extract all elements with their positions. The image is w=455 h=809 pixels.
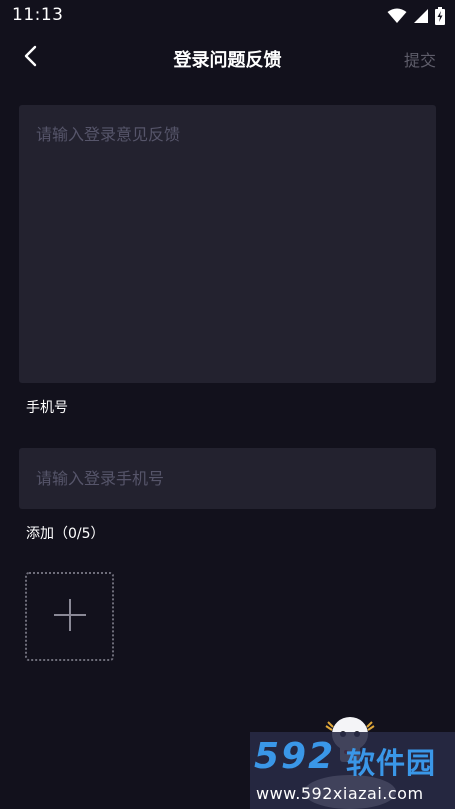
watermark: 592 软件园 www.592xiazai.com [250,712,455,809]
wifi-icon [387,8,407,24]
feedback-screen: 11:13 登录问题反馈 提交 请输入登录意见反馈 手机号 请输入登录手机号 添… [0,0,455,809]
plus-icon [52,597,88,637]
watermark-brand-number: 592 [254,736,336,777]
add-image-button[interactable] [25,572,114,661]
watermark-brand-text: 软件园 [346,746,437,780]
status-time: 11:13 [12,5,64,25]
status-bar: 11:13 [0,0,455,32]
header: 登录问题反馈 提交 [0,36,455,80]
phone-label: 手机号 [26,400,68,416]
signal-icon [413,8,429,24]
feedback-input[interactable] [19,105,436,383]
watermark-url: www.592xiazai.com [256,784,424,803]
phone-input-container [19,448,436,509]
phone-input[interactable] [19,448,436,509]
status-icons [387,6,445,26]
submit-button[interactable]: 提交 [404,47,436,71]
battery-charging-icon [435,7,445,25]
feedback-input-container [19,105,436,383]
page-title: 登录问题反馈 [173,50,282,71]
attachments-label: 添加（0/5） [26,526,105,542]
